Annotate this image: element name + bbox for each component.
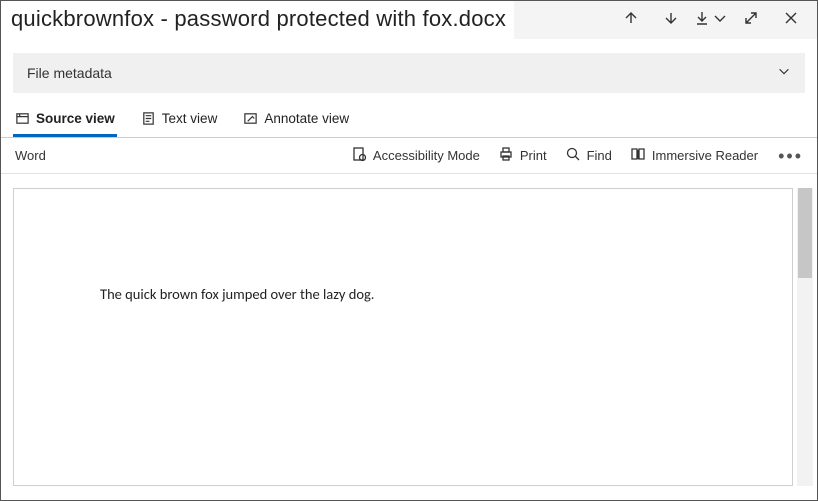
accessibility-icon xyxy=(351,146,367,165)
search-icon xyxy=(565,146,581,165)
vertical-scrollbar[interactable] xyxy=(797,188,813,486)
tool-label: Print xyxy=(520,148,547,163)
chevron-down-icon xyxy=(777,64,791,83)
scroll-thumb[interactable] xyxy=(798,188,812,278)
accessibility-mode-button[interactable]: Accessibility Mode xyxy=(351,146,480,165)
annotate-view-icon xyxy=(243,111,258,126)
tab-annotate-view[interactable]: Annotate view xyxy=(241,105,351,137)
app-label: Word xyxy=(15,148,46,163)
document-toolbar: Word Accessibility Mode Print Find Immer… xyxy=(1,138,817,174)
more-options-button[interactable]: ••• xyxy=(778,147,803,165)
print-button[interactable]: Print xyxy=(498,146,547,165)
file-metadata-bar[interactable]: File metadata xyxy=(13,53,805,93)
download-button[interactable] xyxy=(691,1,731,39)
titlebar-spacer xyxy=(514,1,611,39)
tab-label: Text view xyxy=(162,111,218,126)
tab-text-view[interactable]: Text view xyxy=(139,105,220,137)
tab-label: Source view xyxy=(36,111,115,126)
file-metadata-label: File metadata xyxy=(27,65,112,81)
ellipsis-icon: ••• xyxy=(778,147,803,165)
expand-icon xyxy=(743,10,759,31)
print-icon xyxy=(498,146,514,165)
title-bar: quickbrownfox - password protected with … xyxy=(1,1,817,39)
arrow-up-icon xyxy=(623,10,639,31)
chevron-down-icon xyxy=(712,10,728,31)
find-button[interactable]: Find xyxy=(565,146,612,165)
book-icon xyxy=(630,146,646,165)
download-icon xyxy=(694,10,710,31)
previous-button[interactable] xyxy=(611,1,651,39)
view-tabs: Source view Text view Annotate view xyxy=(1,101,817,138)
window-controls xyxy=(611,1,817,39)
tab-source-view[interactable]: Source view xyxy=(13,105,117,137)
immersive-reader-button[interactable]: Immersive Reader xyxy=(630,146,758,165)
arrow-down-icon xyxy=(663,10,679,31)
text-view-icon xyxy=(141,111,156,126)
document-page: The quick brown fox jumped over the lazy… xyxy=(13,188,793,486)
source-view-icon xyxy=(15,111,30,126)
close-button[interactable] xyxy=(771,1,811,39)
document-body-text: The quick brown fox jumped over the lazy… xyxy=(100,285,706,303)
tool-label: Immersive Reader xyxy=(652,148,758,163)
expand-button[interactable] xyxy=(731,1,771,39)
next-button[interactable] xyxy=(651,1,691,39)
document-wrapper: The quick brown fox jumped over the lazy… xyxy=(1,174,797,500)
window-title: quickbrownfox - password protected with … xyxy=(1,2,514,38)
document-viewport: The quick brown fox jumped over the lazy… xyxy=(1,174,817,500)
tool-label: Accessibility Mode xyxy=(373,148,480,163)
tool-label: Find xyxy=(587,148,612,163)
close-icon xyxy=(783,10,799,31)
tab-label: Annotate view xyxy=(264,111,349,126)
